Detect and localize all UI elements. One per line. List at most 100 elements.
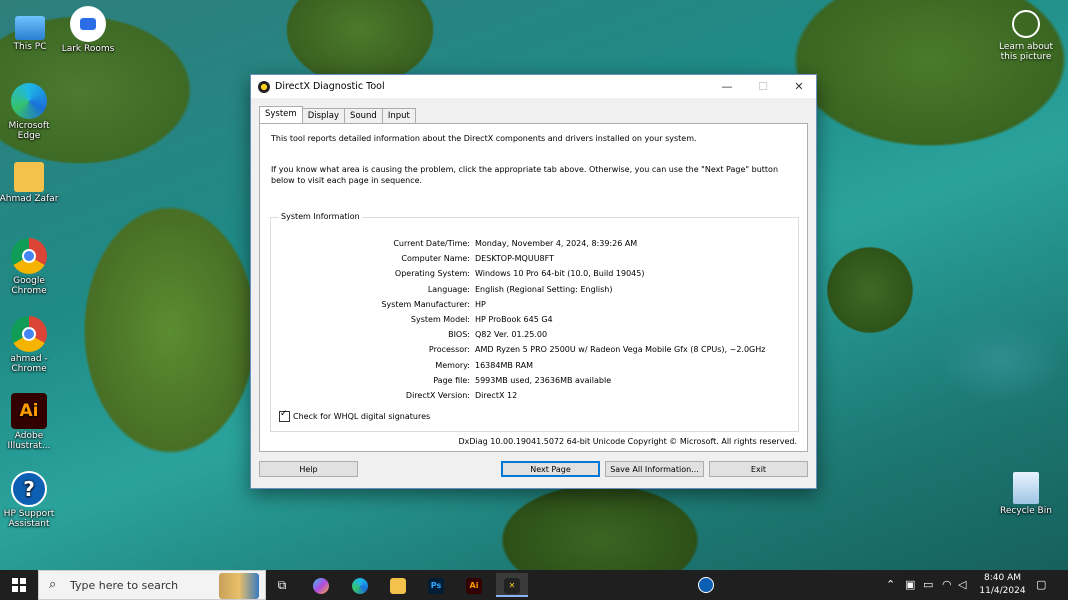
tab-input[interactable]: Input <box>381 108 416 123</box>
desktop-icon-label: Ahmad Zafar <box>0 194 59 204</box>
recycle-bin-icon <box>1013 472 1039 504</box>
info-key: Operating System: <box>394 269 470 279</box>
info-value: Q82 Ver. 01.25.00 <box>475 330 548 340</box>
info-key: Language: <box>427 284 470 294</box>
minimize-button[interactable]: — <box>709 75 745 98</box>
info-row: DirectX Version: DirectX 12 <box>271 388 798 403</box>
directx-taskbar-button[interactable]: ✕ <box>496 573 528 597</box>
checkbox-checked-icon[interactable] <box>279 409 290 422</box>
task-view-icon: ⧉ <box>277 578 287 592</box>
desktop-icon-google-chrome[interactable]: Google Chrome <box>0 238 61 296</box>
info-row: Operating System: Windows 10 Pro 64-bit (… <box>271 266 798 281</box>
system-panel: This tool reports detailed information a… <box>259 123 808 452</box>
next-page-button[interactable]: Next Page <box>501 461 600 477</box>
search-highlight-icon <box>219 573 259 599</box>
window-title: DirectX Diagnostic Tool <box>275 81 385 92</box>
learn-about-picture[interactable]: Learn about this picture <box>996 10 1056 62</box>
directx-icon: ✕ <box>504 577 520 594</box>
desktop-icon-adobe-illustrator[interactable]: Ai Adobe Illustrat... <box>0 393 61 451</box>
hp-support-tray-button[interactable] <box>698 570 714 600</box>
exit-button[interactable]: Exit <box>709 461 808 477</box>
clock[interactable]: 8:40 AM 11/4/2024 <box>975 572 1030 598</box>
info-value: Monday, November 4, 2024, 8:39:26 AM <box>475 239 638 248</box>
meet-now-button[interactable]: ▣ <box>905 570 915 600</box>
copilot-button[interactable] <box>305 573 337 597</box>
illustrator-button[interactable]: Ai <box>458 573 490 597</box>
edge-icon <box>352 577 368 594</box>
info-row: System Manufacturer: HP <box>271 297 798 312</box>
help-button[interactable]: Help <box>259 461 358 477</box>
info-row: Language: English (Regional Setting: Engl… <box>271 282 798 297</box>
info-key: Current Date/Time: <box>393 239 470 248</box>
desktop-icon-label: HP Support Assistant <box>3 509 55 529</box>
desktop-icon-recycle-bin[interactable]: Recycle Bin <box>994 472 1058 516</box>
desktop-icon-ahmad-chrome[interactable]: ahmad - Chrome <box>0 316 61 374</box>
illustrator-icon: Ai <box>466 577 482 594</box>
info-key: Processor: <box>428 345 470 355</box>
info-key: System Model: <box>410 314 470 324</box>
learn-about-label: Learn about this picture <box>999 42 1053 62</box>
info-row: System Model: HP ProBook 645 G4 <box>271 312 798 327</box>
edge-taskbar-button[interactable] <box>344 573 376 597</box>
info-rows: Current Date/Time: Monday, November 4, 20… <box>271 236 798 403</box>
notification-icon: ▢ <box>1036 578 1047 591</box>
battery-button[interactable]: ▭ <box>923 570 933 600</box>
info-key: DirectX Version: <box>405 390 470 400</box>
desktop-icon-label: ahmad - Chrome <box>10 354 48 374</box>
close-button[interactable]: ✕ <box>781 75 817 98</box>
chevron-up-icon: ⌃ <box>886 578 896 591</box>
info-value: 5993MB used, 23636MB available <box>475 375 612 385</box>
info-row: Current Date/Time: Monday, November 4, 20… <box>271 236 798 251</box>
camera-icon <box>1012 10 1040 38</box>
camera-icon: ▣ <box>905 578 916 591</box>
info-row: Processor: AMD Ryzen 5 PRO 2500U w/ Radeo… <box>271 342 798 357</box>
dxdiag-window: DirectX Diagnostic Tool — ☐ ✕ System Dis… <box>250 74 817 489</box>
desktop-icon-label: This PC <box>13 42 47 52</box>
show-hidden-icons-button[interactable]: ⌃ <box>886 570 895 600</box>
wifi-button[interactable]: ◠ <box>942 570 952 600</box>
info-value: Windows 10 Pro 64-bit (10.0, Build 19045… <box>475 269 645 279</box>
desktop-icon-ahmad-zafar[interactable]: Ahmad Zafar <box>0 162 61 204</box>
info-key: Computer Name: <box>401 254 470 264</box>
taskbar: ⌕ Type here to search ⧉ Ps Ai ✕ ⌃ ▣ ▭ ◠ … <box>0 570 1068 600</box>
search-box[interactable]: ⌕ Type here to search <box>38 570 266 600</box>
window-body: System Display Sound Input This tool rep… <box>251 98 816 488</box>
maximize-button: ☐ <box>758 80 768 93</box>
desktop-icon-this-pc[interactable]: This PC <box>0 10 62 52</box>
desktop-icon-edge[interactable]: Microsoft Edge <box>0 83 61 141</box>
folder-icon <box>14 162 44 192</box>
illustrator-icon: Ai <box>11 393 47 429</box>
info-value: HP <box>475 299 486 309</box>
info-row: BIOS: Q82 Ver. 01.25.00 <box>271 327 798 342</box>
copyright-text: DxDiag 10.00.19041.5072 64-bit Unicode C… <box>458 437 798 446</box>
clock-time: 8:40 AM <box>984 573 1021 583</box>
info-value: DirectX 12 <box>475 390 518 400</box>
clock-date: 11/4/2024 <box>979 586 1026 596</box>
tab-sound[interactable]: Sound <box>344 108 383 123</box>
info-value: DESKTOP-MQUU8FT <box>475 254 554 264</box>
speaker-icon: ◁ <box>958 578 967 591</box>
file-explorer-button[interactable] <box>382 573 414 597</box>
computer-icon <box>15 16 45 40</box>
photoshop-button[interactable]: Ps <box>420 573 452 597</box>
info-row: Memory: 16384MB RAM <box>271 358 798 373</box>
edge-icon <box>11 83 47 119</box>
desktop-icon-label: Recycle Bin <box>1000 506 1052 516</box>
info-row: Page file: 5993MB used, 23636MB available <box>271 373 798 388</box>
save-all-button[interactable]: Save All Information... <box>605 461 704 477</box>
windows-logo-icon <box>12 578 26 592</box>
tab-system[interactable]: System <box>259 106 303 123</box>
lark-rooms-icon <box>70 6 106 42</box>
directx-icon <box>258 80 270 93</box>
notifications-button[interactable]: ▢ <box>1036 570 1046 600</box>
title-bar[interactable]: DirectX Diagnostic Tool — ☐ ✕ <box>251 75 816 98</box>
volume-button[interactable]: ◁ <box>958 570 966 600</box>
desktop-icon-hp-support[interactable]: ? HP Support Assistant <box>0 471 61 529</box>
whql-checkbox[interactable]: Check for WHQL digital signatures <box>279 409 430 422</box>
info-value: 16384MB RAM <box>475 360 533 370</box>
tab-display[interactable]: Display <box>301 108 346 123</box>
start-button[interactable] <box>0 570 38 600</box>
desktop-icon-lark-rooms[interactable]: Lark Rooms <box>56 6 120 54</box>
task-view-button[interactable]: ⧉ <box>266 573 298 597</box>
chrome-profile-icon <box>11 316 47 352</box>
